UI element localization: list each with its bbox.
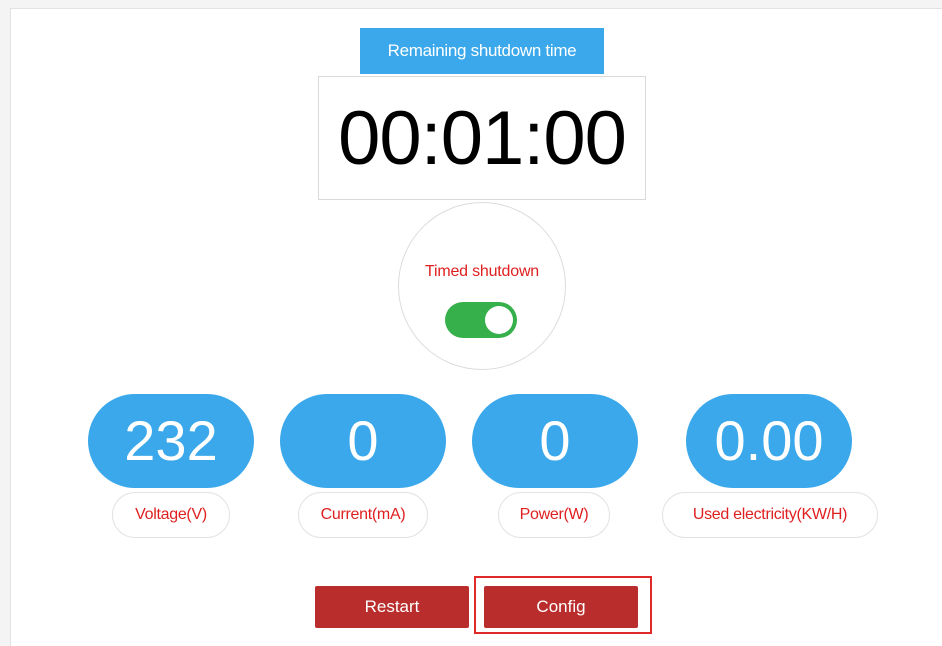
timed-shutdown-label: Timed shutdown xyxy=(425,263,539,280)
current-value: 0 xyxy=(280,394,446,488)
used-electricity-label: Used electricity(KW/H) xyxy=(662,492,878,538)
voltage-value: 232 xyxy=(88,394,254,488)
power-label: Power(W) xyxy=(498,492,610,538)
current-label: Current(mA) xyxy=(298,492,428,538)
timed-shutdown-panel: Timed shutdown xyxy=(398,202,566,370)
timed-shutdown-toggle[interactable] xyxy=(445,302,517,338)
config-button[interactable]: Config xyxy=(484,586,638,628)
toggle-knob xyxy=(485,306,513,334)
used-electricity-value: 0.00 xyxy=(686,394,852,488)
restart-button[interactable]: Restart xyxy=(315,586,469,628)
power-value: 0 xyxy=(472,394,638,488)
timer-value: 00:01:00 xyxy=(338,96,627,181)
voltage-label: Voltage(V) xyxy=(112,492,230,538)
timer-display: 00:01:00 xyxy=(318,76,646,200)
remaining-time-header: Remaining shutdown time xyxy=(360,28,604,74)
